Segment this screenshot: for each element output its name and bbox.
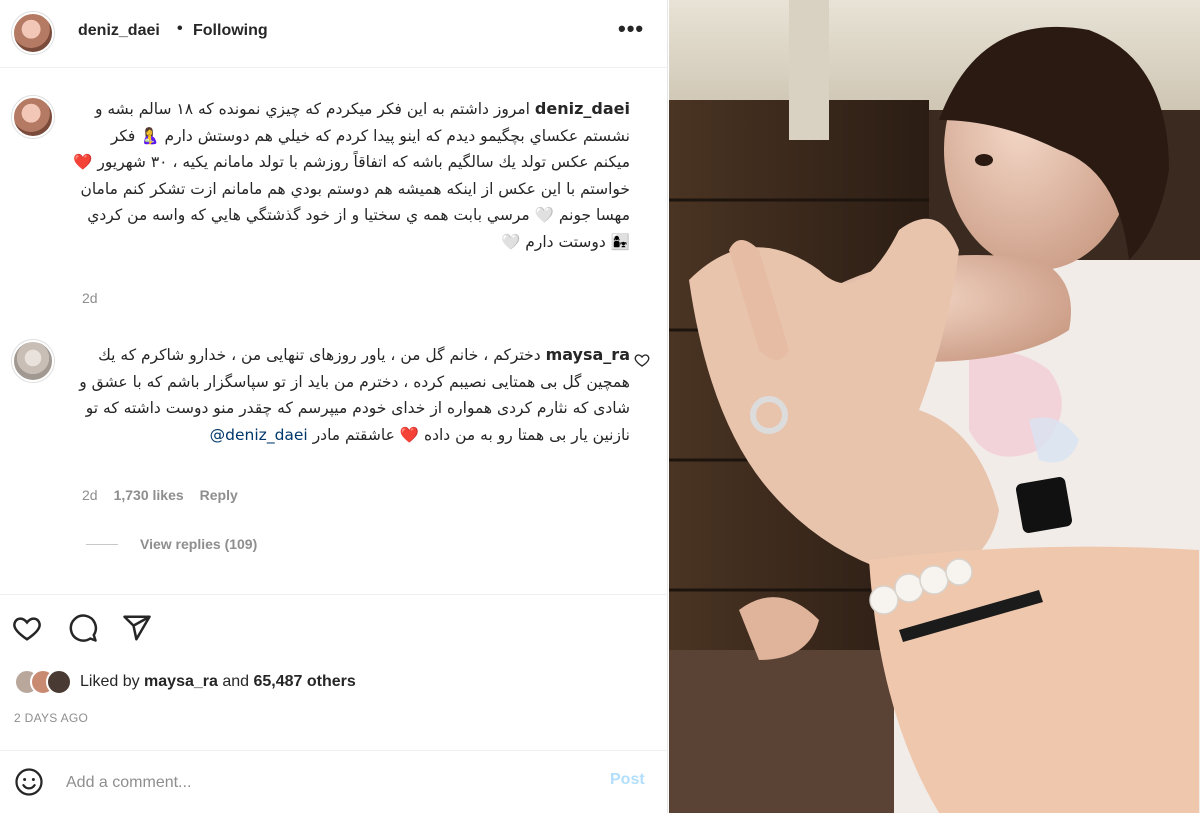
reply-button[interactable]: Reply xyxy=(200,487,238,503)
following-button[interactable]: Following xyxy=(193,22,268,40)
liker-avatar[interactable] xyxy=(46,669,72,695)
view-replies-label: View replies (109) xyxy=(140,536,258,552)
comment-bubble-icon[interactable] xyxy=(68,613,98,643)
more-options-icon[interactable]: ••• xyxy=(618,18,644,40)
separator-dot: • xyxy=(177,20,183,37)
post-photo[interactable] xyxy=(669,0,1200,813)
comment-meta: 2d 1,730 likes Reply xyxy=(82,487,238,503)
comment: maysa_ra دخترکم ، خانم گل من ، یاور روزه… xyxy=(70,342,630,448)
likes-text: Liked by maysa_ra and 65,487 others xyxy=(80,673,356,691)
comment-time[interactable]: 2d xyxy=(82,487,98,503)
caption-time[interactable]: 2d xyxy=(82,290,98,306)
post-date: 2 DAYS AGO xyxy=(14,711,89,725)
caption-avatar[interactable] xyxy=(12,96,54,138)
comment-input[interactable] xyxy=(66,771,586,795)
author-username[interactable]: deniz_daei xyxy=(78,22,160,40)
caption-username[interactable]: deniz_daei xyxy=(535,99,630,118)
share-send-icon[interactable] xyxy=(122,613,152,643)
caption: deniz_daei امروز داشتم به این فکر میکردم… xyxy=(70,96,630,255)
caption-text: امروز داشتم به این فکر میکردم که چیزي نم… xyxy=(73,100,630,251)
post-actions: Liked by maysa_ra and 65,487 others 2 DA… xyxy=(0,594,668,813)
comment-likes[interactable]: 1,730 likes xyxy=(114,487,184,503)
likes-summary: Liked by maysa_ra and 65,487 others xyxy=(14,669,356,695)
view-replies-button[interactable]: View replies (109) xyxy=(86,536,257,552)
author-avatar[interactable] xyxy=(12,12,54,54)
comment-mention[interactable]: @deniz_daei xyxy=(210,426,308,444)
emoji-icon[interactable] xyxy=(14,767,44,797)
comment-username[interactable]: maysa_ra xyxy=(546,345,630,364)
liker-username[interactable]: maysa_ra xyxy=(144,673,218,690)
post-header: deniz_daei • Following ••• xyxy=(0,0,668,68)
replies-divider xyxy=(86,543,118,545)
comment-like-icon[interactable] xyxy=(634,352,650,368)
post-info-panel: deniz_daei • Following ••• deniz_daei ام… xyxy=(0,0,668,813)
likes-others[interactable]: 65,487 others xyxy=(254,673,356,690)
like-heart-icon[interactable] xyxy=(12,613,42,643)
add-comment-bar: Post xyxy=(0,750,668,813)
commenter-avatar[interactable] xyxy=(12,340,54,382)
post-button[interactable]: Post xyxy=(610,771,645,789)
likes-and: and xyxy=(222,673,250,690)
baby-photo-image xyxy=(669,0,1200,813)
likes-prefix: Liked by xyxy=(80,673,140,690)
